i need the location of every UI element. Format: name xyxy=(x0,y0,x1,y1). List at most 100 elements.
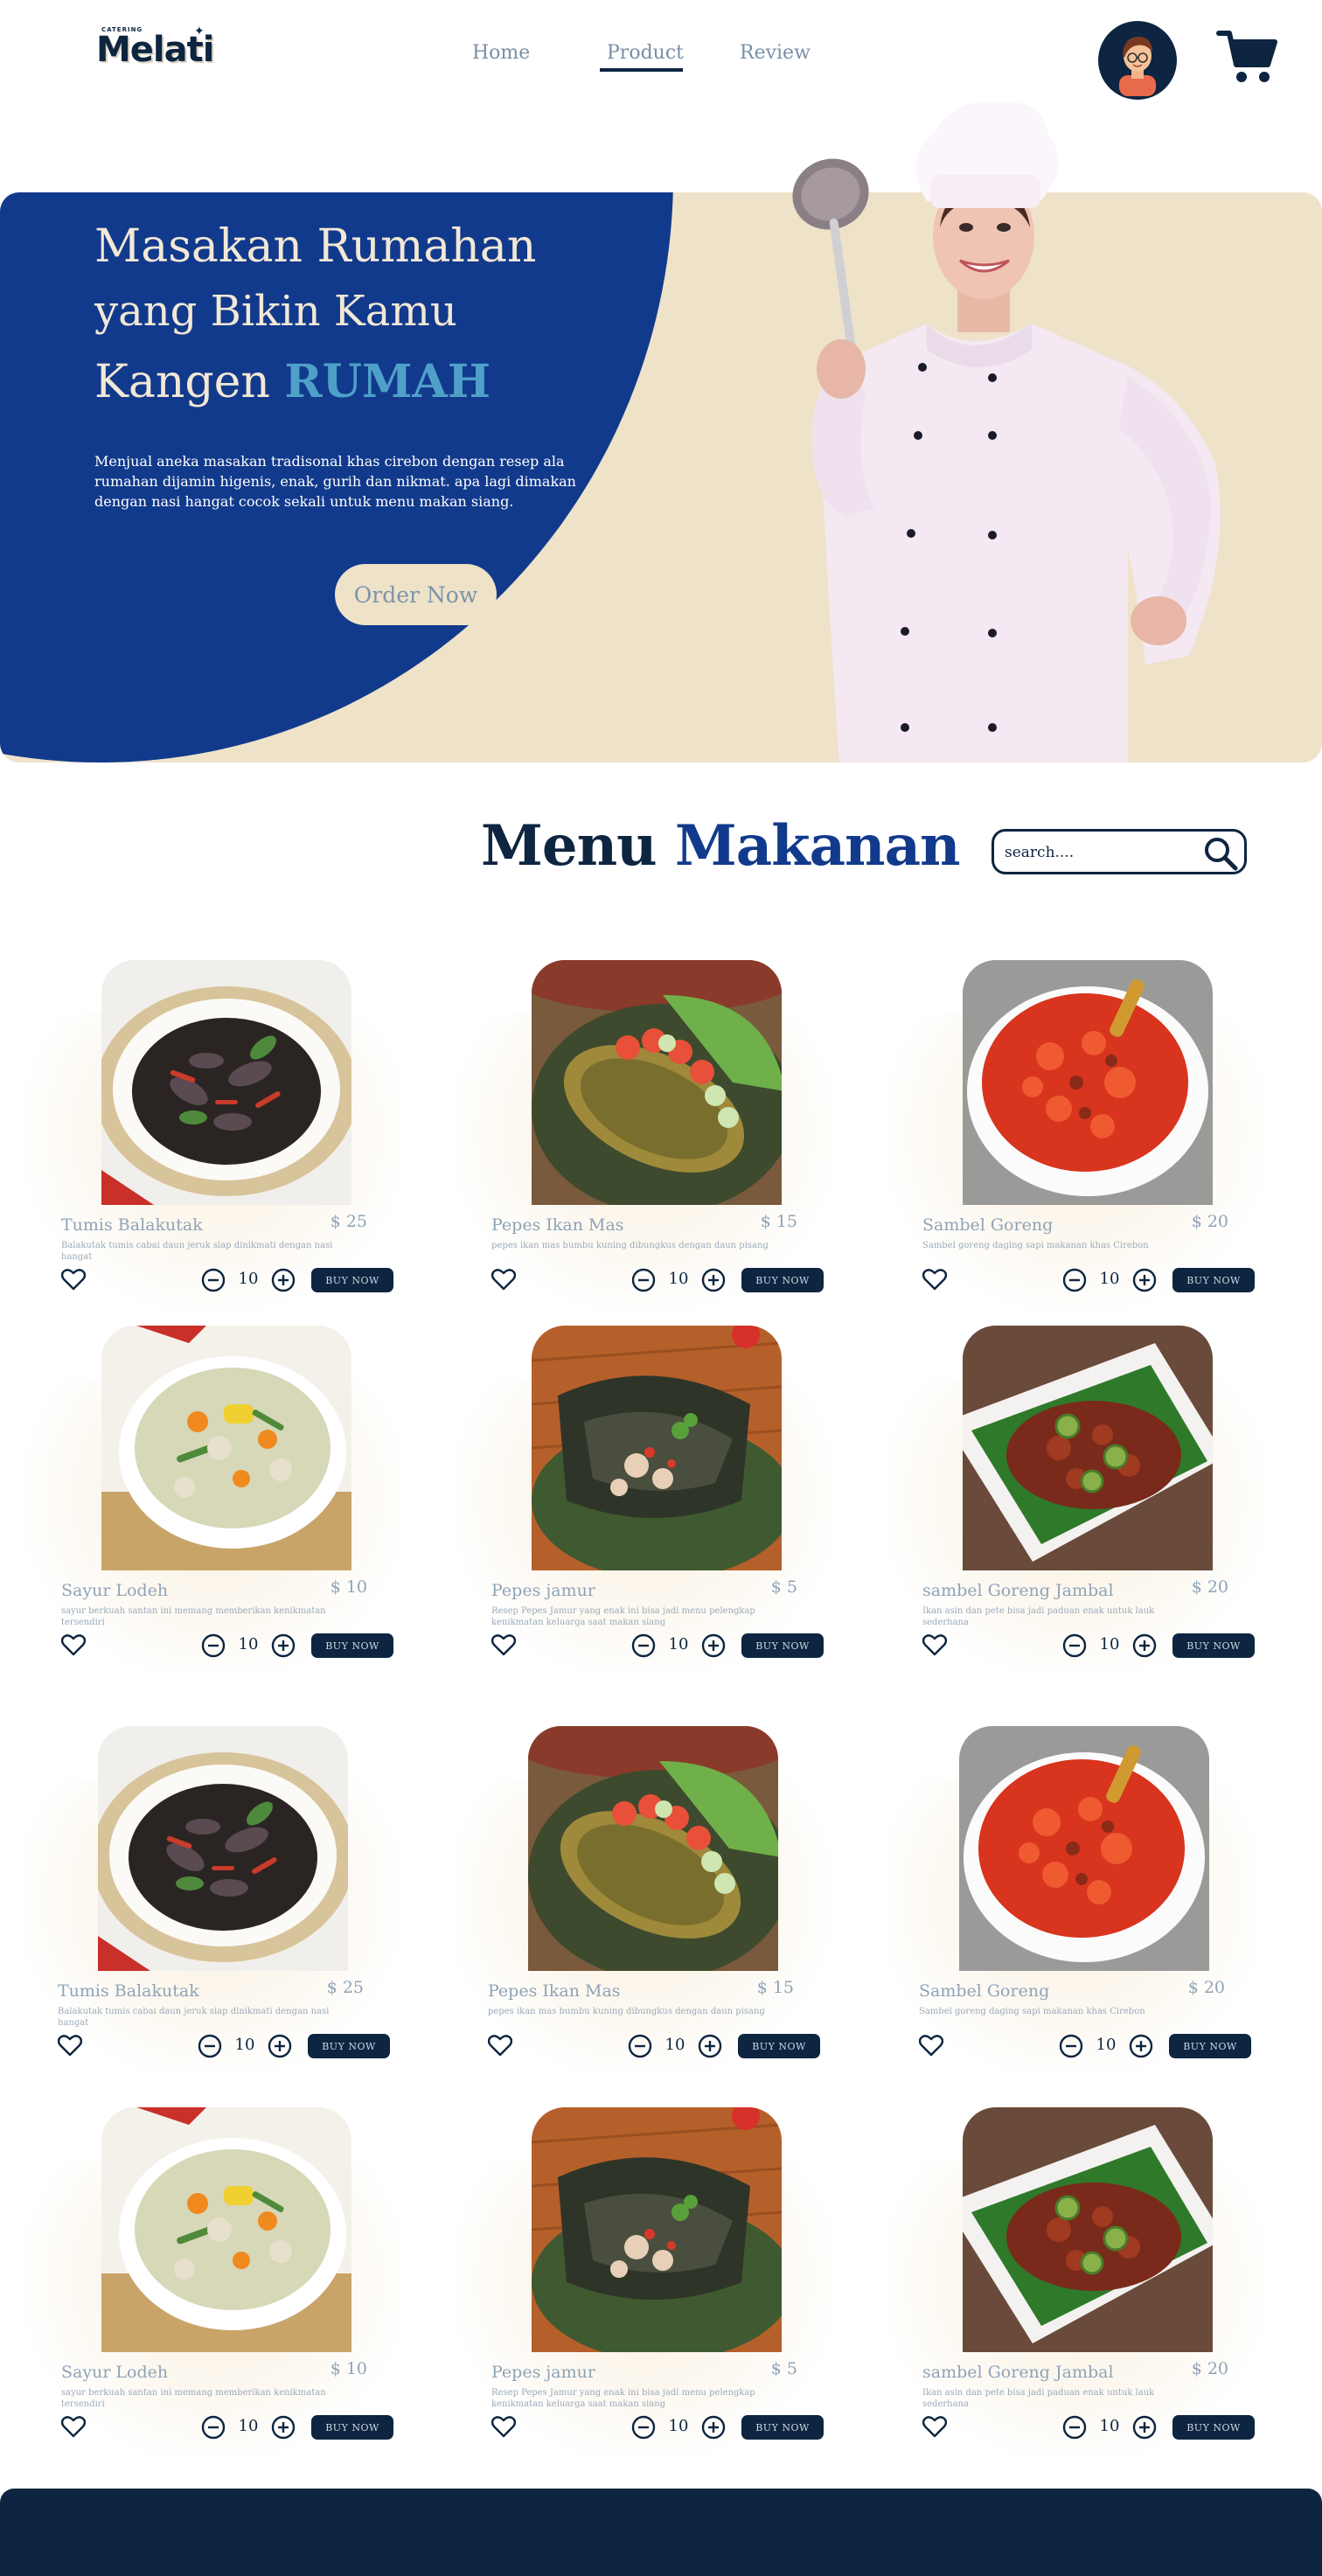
user-avatar-icon xyxy=(1119,37,1156,96)
hero-title-line2: yang Bikin Kamu xyxy=(94,287,457,336)
quantity-value: 10 xyxy=(238,2417,259,2435)
minus-icon[interactable] xyxy=(201,2415,226,2440)
food-photo[interactable] xyxy=(963,2107,1213,2352)
quantity-value: 10 xyxy=(1099,2417,1120,2435)
plus-icon[interactable] xyxy=(701,1268,726,1292)
menu-card: Pepes Ikan Mas $ 15 pepes ikan mas bumbu… xyxy=(456,960,832,1310)
quantity-value: 10 xyxy=(1096,2036,1117,2054)
buy-now-button[interactable]: BUY NOW xyxy=(311,2415,393,2440)
buy-now-button[interactable]: BUY NOW xyxy=(308,2034,390,2058)
buy-now-button[interactable]: BUY NOW xyxy=(1172,1633,1255,1658)
plus-icon[interactable] xyxy=(271,2415,296,2440)
menu-card: Sambel Goreng $ 20 Sambel goreng daging … xyxy=(887,960,1263,1310)
heart-icon[interactable] xyxy=(922,1268,947,1291)
minus-icon[interactable] xyxy=(631,1268,656,1292)
minus-icon[interactable] xyxy=(198,2034,222,2058)
heart-icon[interactable] xyxy=(61,2415,86,2438)
menu-card: Pepes Ikan Mas $ 15 pepes ikan mas bumbu… xyxy=(453,1726,829,2076)
minus-icon[interactable] xyxy=(631,1633,656,1658)
minus-icon[interactable] xyxy=(1059,2034,1083,2058)
menu-card: sambel Goreng Jambal $ 20 Ikan asin dan … xyxy=(887,2107,1263,2457)
food-description: Balakutak tumis cabai daun jeruk siap di… xyxy=(58,2007,330,2028)
plus-icon[interactable] xyxy=(271,1268,296,1292)
heart-icon[interactable] xyxy=(919,2034,943,2057)
menu-card: Tumis Balakutak $ 25 Balakutak tumis cab… xyxy=(26,960,402,1310)
cart-button[interactable] xyxy=(1215,24,1278,87)
plus-icon[interactable] xyxy=(271,1633,296,1658)
food-photo[interactable] xyxy=(532,960,782,1205)
food-photo[interactable] xyxy=(101,1326,351,1570)
minus-icon[interactable] xyxy=(628,2034,652,2058)
food-description: pepes ikan mas bumbu kuning dibungkus de… xyxy=(488,2007,765,2016)
minus-icon[interactable] xyxy=(1062,1268,1087,1292)
nav-link-product[interactable]: Product xyxy=(607,42,684,64)
footer xyxy=(0,2489,1322,2576)
buy-now-button[interactable]: BUY NOW xyxy=(1172,2415,1255,2440)
minus-icon[interactable] xyxy=(631,2415,656,2440)
cart-icon xyxy=(1216,31,1277,82)
buy-now-button[interactable]: BUY NOW xyxy=(1169,2034,1251,2058)
buy-now-button[interactable]: BUY NOW xyxy=(1172,1268,1255,1292)
heart-icon[interactable] xyxy=(61,1633,86,1656)
user-avatar[interactable] xyxy=(1098,21,1177,100)
food-price: $ 10 xyxy=(330,2359,367,2378)
food-photo[interactable] xyxy=(963,960,1213,1205)
hero-description: Menjual aneka masakan tradisonal khas ci… xyxy=(94,453,576,510)
food-description: sayur berkuah santan ini memang memberik… xyxy=(61,1606,326,1627)
food-photo[interactable] xyxy=(101,2107,351,2352)
food-photo[interactable] xyxy=(101,960,351,1205)
heart-icon[interactable] xyxy=(922,1633,947,1656)
plus-icon[interactable] xyxy=(698,2034,722,2058)
minus-icon[interactable] xyxy=(201,1633,226,1658)
food-photo[interactable] xyxy=(528,1726,778,1971)
buy-now-button[interactable]: BUY NOW xyxy=(741,2415,824,2440)
plus-icon[interactable] xyxy=(701,2415,726,2440)
heart-icon[interactable] xyxy=(491,1633,516,1656)
minus-icon[interactable] xyxy=(1062,1633,1087,1658)
food-name: Pepes jamur xyxy=(491,2363,595,2382)
food-price: $ 20 xyxy=(1187,1978,1225,1997)
food-photo[interactable] xyxy=(532,1326,782,1570)
food-name: Tumis Balakutak xyxy=(58,1981,199,2001)
quantity-value: 10 xyxy=(664,2036,685,2054)
menu-heading-menu: Menu xyxy=(481,813,675,879)
food-photo[interactable] xyxy=(98,1726,348,1971)
quantity-value: 10 xyxy=(238,1270,259,1288)
plus-icon[interactable] xyxy=(1132,2415,1157,2440)
menu-card: Pepes jamur $ 5 Resep Pepes Jamur yang e… xyxy=(456,2107,832,2457)
heart-icon[interactable] xyxy=(61,1268,86,1291)
food-description: pepes ikan mas bumbu kuning dibungkus de… xyxy=(491,1241,769,1250)
food-price: $ 5 xyxy=(770,2359,797,2378)
heart-icon[interactable] xyxy=(922,2415,947,2438)
heart-icon[interactable] xyxy=(488,2034,512,2057)
nav-link-review[interactable]: Review xyxy=(740,42,811,64)
buy-now-button[interactable]: BUY NOW xyxy=(738,2034,820,2058)
logo[interactable]: CATERING Melati ✦ xyxy=(96,24,214,77)
plus-icon[interactable] xyxy=(1132,1633,1157,1658)
plus-icon[interactable] xyxy=(268,2034,292,2058)
food-name: Pepes Ikan Mas xyxy=(491,1215,624,1235)
order-now-button[interactable]: Order Now xyxy=(335,564,497,625)
search-input[interactable] xyxy=(1005,840,1197,865)
food-photo[interactable] xyxy=(963,1326,1213,1570)
heart-icon[interactable] xyxy=(58,2034,82,2057)
plus-icon[interactable] xyxy=(701,1633,726,1658)
minus-icon[interactable] xyxy=(1062,2415,1087,2440)
plus-icon[interactable] xyxy=(1132,1268,1157,1292)
nav-link-home[interactable]: Home xyxy=(472,42,530,64)
buy-now-button[interactable]: BUY NOW xyxy=(311,1633,393,1658)
buy-now-button[interactable]: BUY NOW xyxy=(311,1268,393,1292)
food-name: sambel Goreng Jambal xyxy=(922,1581,1114,1600)
buy-now-button[interactable]: BUY NOW xyxy=(741,1633,824,1658)
hero-title-kangen: Kangen xyxy=(94,356,285,408)
food-photo[interactable] xyxy=(959,1726,1209,1971)
search-icon[interactable] xyxy=(1202,835,1239,872)
menu-card: Tumis Balakutak $ 25 Balakutak tumis cab… xyxy=(23,1726,399,2076)
buy-now-button[interactable]: BUY NOW xyxy=(741,1268,824,1292)
food-photo[interactable] xyxy=(532,2107,782,2352)
heart-icon[interactable] xyxy=(491,2415,516,2438)
heart-icon[interactable] xyxy=(491,1268,516,1291)
menu-card: Pepes jamur $ 5 Resep Pepes Jamur yang e… xyxy=(456,1326,832,1675)
minus-icon[interactable] xyxy=(201,1268,226,1292)
plus-icon[interactable] xyxy=(1129,2034,1153,2058)
